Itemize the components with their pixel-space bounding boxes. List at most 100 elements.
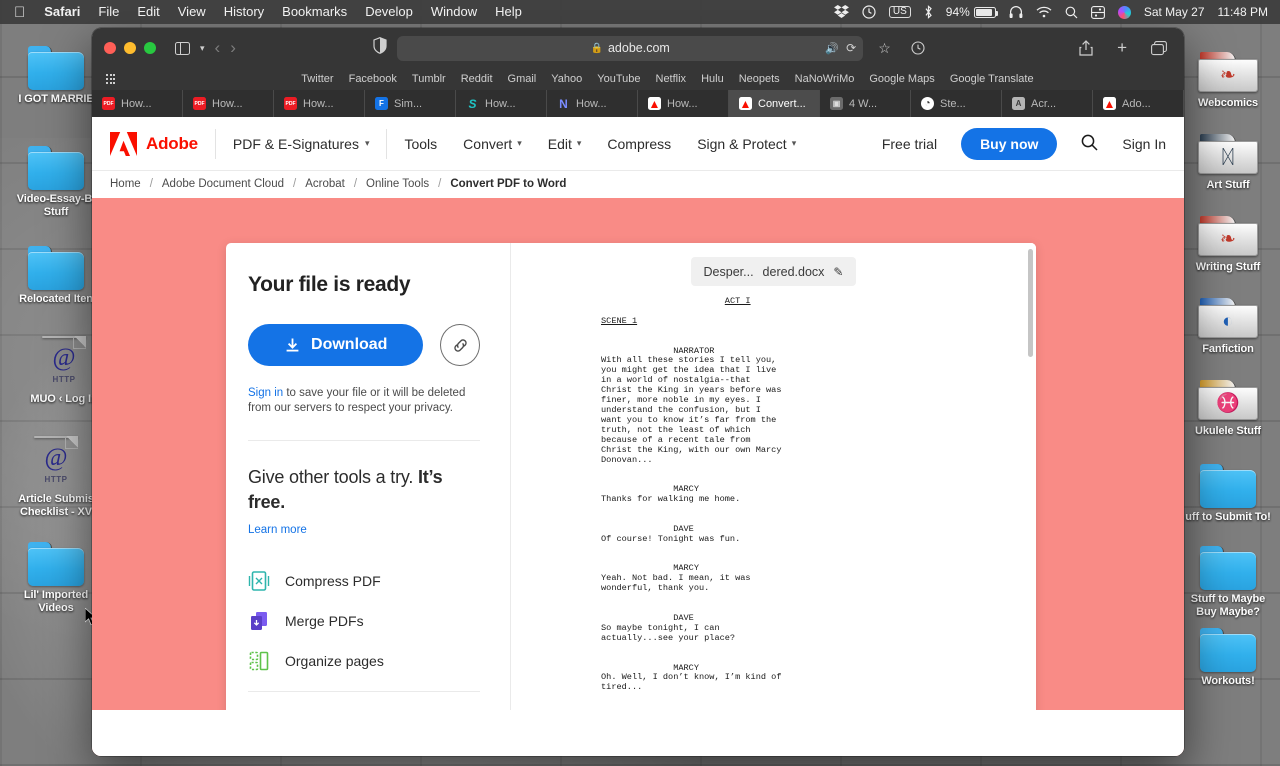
browser-tab-active[interactable]: ▲ Convert... xyxy=(729,90,820,117)
plus-icon[interactable]: + xyxy=(1112,36,1132,60)
siri-icon[interactable] xyxy=(1117,5,1131,19)
bookmark-twitter[interactable]: Twitter xyxy=(301,73,333,85)
sign-in-link[interactable]: Sign In xyxy=(1122,136,1166,152)
bookmark-neopets[interactable]: Neopets xyxy=(739,73,780,85)
apple-logo-icon[interactable]:  xyxy=(14,5,25,20)
desktop-icon[interactable]: ◐ Fanfiction xyxy=(1180,284,1276,356)
tabs-icon[interactable] xyxy=(1146,36,1172,60)
free-trial-link[interactable]: Free trial xyxy=(882,136,937,152)
menu-item-bookmarks[interactable]: Bookmarks xyxy=(273,0,356,24)
folder-icon[interactable] xyxy=(28,46,84,90)
download-button[interactable]: Download xyxy=(248,324,424,366)
breadcrumb-online-tools[interactable]: Online Tools xyxy=(366,178,429,190)
close-window-button[interactable] xyxy=(104,42,116,54)
star-icon[interactable]: ☆ xyxy=(873,36,896,60)
search-icon[interactable] xyxy=(1081,134,1098,154)
search-icon[interactable] xyxy=(1065,6,1078,19)
desktop-icon[interactable]: Lil' Imported Videos xyxy=(8,530,104,614)
desktop-icon[interactable]: Stuff to Maybe Buy Maybe? xyxy=(1180,534,1276,618)
copy-link-button[interactable] xyxy=(440,324,480,366)
nav-item-compress[interactable]: Compress xyxy=(607,136,671,152)
menu-item-safari[interactable]: Safari xyxy=(35,0,89,24)
browser-tab[interactable]: S How... xyxy=(456,90,547,117)
webloc-file-icon[interactable]: @ HTTP xyxy=(34,436,78,490)
nav-item-edit[interactable]: Edit ▾ xyxy=(548,136,582,152)
tool-item-merge-pdfs[interactable]: Merge PDFs xyxy=(248,601,480,641)
menu-bar-time[interactable]: 11:48 PM xyxy=(1218,6,1268,18)
bookmark-tumblr[interactable]: Tumblr xyxy=(412,73,446,85)
address-bar[interactable]: 🔒 adobe.com 🔊 ⟳ xyxy=(397,35,864,61)
adobe-logo[interactable]: Adobe xyxy=(110,131,215,156)
tool-item-organize-pages[interactable]: Organize pages xyxy=(248,641,480,681)
bookmark-hulu[interactable]: Hulu xyxy=(701,73,724,85)
desktop-icon[interactable]: Relocated Iten xyxy=(8,234,104,306)
bookmark-nanowrimo[interactable]: NaNoWriMo xyxy=(795,73,855,85)
scrollbar-thumb[interactable] xyxy=(1028,249,1033,357)
battery-status[interactable]: 94% xyxy=(946,6,999,18)
bookmark-reddit[interactable]: Reddit xyxy=(461,73,493,85)
control-center-icon[interactable] xyxy=(1090,5,1105,19)
back-arrow-icon[interactable]: ‹ xyxy=(210,36,226,60)
menu-item-history[interactable]: History xyxy=(215,0,273,24)
bookmark-google-maps[interactable]: Google Maps xyxy=(869,73,934,85)
time-machine-icon[interactable] xyxy=(862,5,876,19)
browser-tab[interactable]: How... xyxy=(274,90,365,117)
shield-icon[interactable] xyxy=(373,37,387,59)
folder-icon[interactable] xyxy=(28,542,84,586)
browser-tab[interactable]: ▣ 4 W... xyxy=(820,90,911,117)
browser-tab[interactable]: How... xyxy=(183,90,274,117)
bookmark-gmail[interactable]: Gmail xyxy=(508,73,537,85)
sign-in-link-inline[interactable]: Sign in xyxy=(248,387,283,399)
bluetooth-icon[interactable] xyxy=(924,5,933,19)
folder-icon[interactable]: ◐ xyxy=(1198,298,1258,340)
desktop-icon[interactable]: ᛞ Art Stuff xyxy=(1180,120,1276,192)
desktop-icon[interactable]: @ HTTP Article Submis Checklist - XV xyxy=(8,434,104,518)
menu-item-help[interactable]: Help xyxy=(486,0,531,24)
folder-icon[interactable]: ❧ xyxy=(1198,216,1258,258)
menu-item-develop[interactable]: Develop xyxy=(356,0,422,24)
breadcrumb-document-cloud[interactable]: Adobe Document Cloud xyxy=(162,178,284,190)
folder-icon[interactable] xyxy=(1200,628,1256,672)
folder-icon[interactable]: ❧ xyxy=(1198,52,1258,94)
desktop-icon[interactable]: ❧ Webcomics xyxy=(1180,38,1276,110)
bookmark-google-translate[interactable]: Google Translate xyxy=(950,73,1034,85)
browser-tab[interactable]: ▲ How... xyxy=(638,90,729,117)
tool-item-compress-pdf[interactable]: Compress PDF xyxy=(248,561,480,601)
forward-arrow-icon[interactable]: › xyxy=(225,36,241,60)
webloc-file-icon[interactable]: @ HTTP xyxy=(42,336,86,390)
wifi-icon[interactable] xyxy=(1036,6,1052,18)
folder-icon[interactable] xyxy=(28,146,84,190)
folder-icon[interactable]: ♓ xyxy=(1198,380,1258,422)
menu-item-view[interactable]: View xyxy=(169,0,215,24)
breadcrumb-home[interactable]: Home xyxy=(110,178,141,190)
bookmark-netflix[interactable]: Netflix xyxy=(656,73,687,85)
folder-icon[interactable] xyxy=(28,246,84,290)
menu-item-file[interactable]: File xyxy=(89,0,128,24)
desktop-icon[interactable]: uff to Submit To! xyxy=(1180,452,1276,524)
reload-icon[interactable]: ⟳ xyxy=(846,41,856,55)
nav-item-convert[interactable]: Convert ▾ xyxy=(463,136,522,152)
filename-chip[interactable]: Desper... dered.docx ✎ xyxy=(690,257,857,286)
headphones-icon[interactable] xyxy=(1009,5,1023,19)
nav-item-tools[interactable]: Tools xyxy=(404,136,437,152)
buy-now-button[interactable]: Buy now xyxy=(961,127,1058,160)
folder-icon[interactable] xyxy=(1200,464,1256,508)
desktop-icon[interactable]: Workouts! xyxy=(1180,616,1276,688)
learn-more-link[interactable]: Learn more xyxy=(248,524,480,536)
browser-tab[interactable]: A Acr... xyxy=(1002,90,1093,117)
browser-tab[interactable]: ▲ Ado... xyxy=(1093,90,1184,117)
nav-item-sign-protect[interactable]: Sign & Protect ▾ xyxy=(697,136,796,152)
desktop-icon[interactable]: Video-Essay-Bl Stuff xyxy=(8,134,104,218)
nav-pdf-esignatures[interactable]: PDF & E-Signatures ▾ xyxy=(216,136,387,152)
breadcrumb-acrobat[interactable]: Acrobat xyxy=(305,178,345,190)
bookmark-yahoo[interactable]: Yahoo xyxy=(551,73,582,85)
sidebar-icon[interactable] xyxy=(170,36,195,60)
speaker-icon[interactable]: 🔊 xyxy=(825,42,839,55)
maximize-window-button[interactable] xyxy=(144,42,156,54)
bookmark-facebook[interactable]: Facebook xyxy=(349,73,397,85)
menu-item-edit[interactable]: Edit xyxy=(128,0,168,24)
browser-tab[interactable]: F Sim... xyxy=(365,90,456,117)
browser-tab[interactable]: ◔ Ste... xyxy=(911,90,1002,117)
minimize-window-button[interactable] xyxy=(124,42,136,54)
chevron-down-icon[interactable]: ▾ xyxy=(195,36,210,60)
